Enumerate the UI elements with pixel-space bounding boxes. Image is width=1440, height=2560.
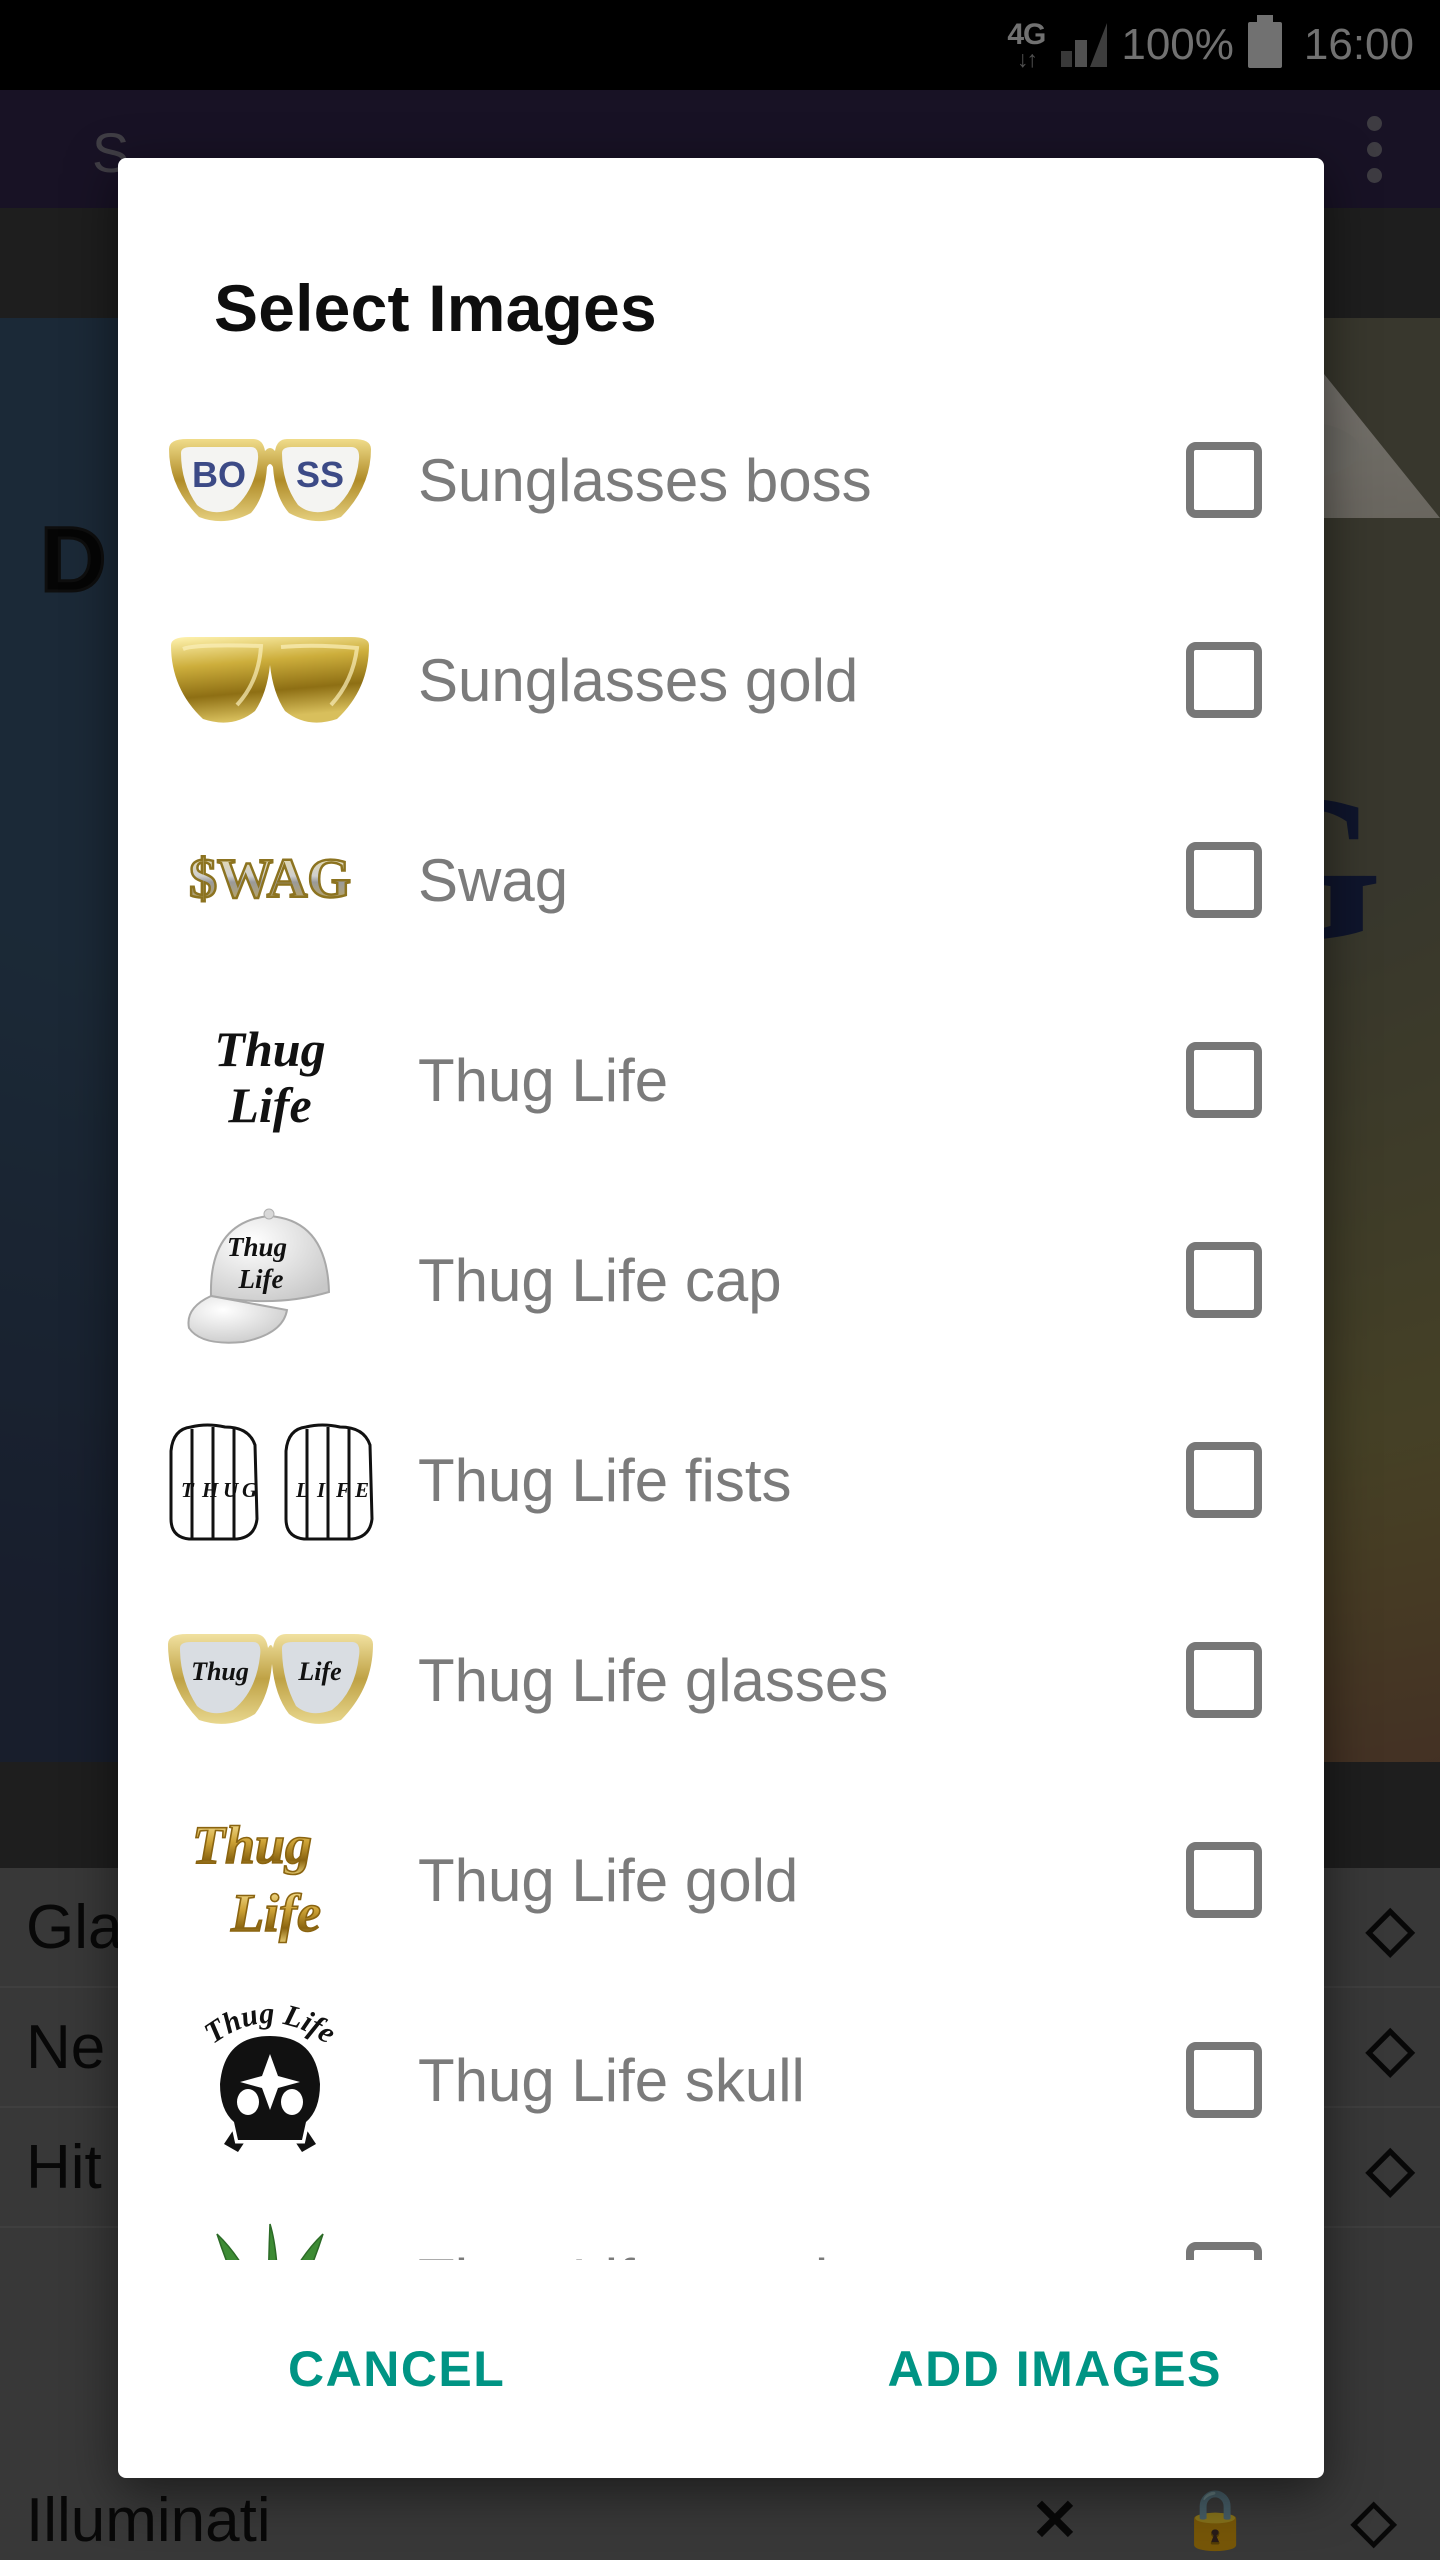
list-item-label: Thug Life skull <box>418 2046 805 2114</box>
thumb-text-boss-right: SS <box>296 454 344 495</box>
thug-life-gold-icon: Thug Life <box>150 1795 390 1965</box>
svg-text:F: F <box>335 1478 350 1502</box>
list-item-label: Thug Life glasses <box>418 1646 889 1714</box>
list-item-label: Thug Life weed <box>390 2246 1186 2261</box>
thug-life-skull-icon: Thug Life <box>150 1995 390 2165</box>
list-item[interactable]: Thug Life Thug Life gold <box>118 1780 1324 1980</box>
svg-text:Life: Life <box>297 1657 341 1686</box>
thumb-text-life: Life <box>227 1077 311 1133</box>
list-item-checkbox[interactable] <box>1186 442 1262 518</box>
list-item-checkbox[interactable] <box>1186 1042 1262 1118</box>
thug-life-fists-icon: THUG LIFE <box>150 1395 390 1565</box>
thug-life-text-icon: Thug Life <box>150 995 390 1165</box>
list-item-label: Thug Life fists <box>418 1446 792 1514</box>
list-item-checkbox[interactable] <box>1186 1242 1262 1318</box>
dialog-action-bar: CANCEL ADD IMAGES <box>118 2260 1324 2478</box>
thumb-text-boss-left: BO <box>192 454 246 495</box>
list-item[interactable]: Thug Life Thug Life glasses <box>118 1580 1324 1780</box>
list-item-checkbox[interactable] <box>1186 1442 1262 1518</box>
image-option-list[interactable]: BO SS Sunglasses boss Sunglasses gold $W… <box>118 380 1324 2260</box>
list-item-label: Thug Life <box>418 1046 669 1114</box>
list-item[interactable]: THUG LIFE Thug Life fists <box>118 1380 1324 1580</box>
list-item[interactable]: Thug Life Thug Life skull <box>118 1980 1324 2180</box>
list-item-checkbox[interactable] <box>1186 642 1262 718</box>
svg-text:Life: Life <box>230 1883 321 1943</box>
thug-life-cap-icon: Thug Life <box>150 1195 390 1365</box>
list-item-checkbox[interactable] <box>1186 842 1262 918</box>
list-item-checkbox[interactable] <box>1186 2042 1262 2118</box>
list-item[interactable]: BO SS Sunglasses boss <box>118 380 1324 580</box>
dialog-title: Select Images <box>214 271 657 345</box>
svg-text:G: G <box>242 1478 257 1502</box>
svg-text:T: T <box>181 1478 195 1502</box>
list-item[interactable]: Thug Life Thug Life cap <box>118 1180 1324 1380</box>
sunglasses-boss-icon: BO SS <box>150 395 390 565</box>
list-item-label: Sunglasses boss <box>418 446 872 514</box>
svg-text:Thug: Thug <box>227 1232 287 1262</box>
phone-screen: 4G ↓↑ 100% 16:00 S DE G Gla ◇ Ne ◇ <box>0 0 1440 2560</box>
swag-icon: $WAG <box>150 795 390 965</box>
thug-life-weed-icon: Thug Life <box>150 2195 390 2260</box>
list-item-checkbox[interactable] <box>1186 1642 1262 1718</box>
list-item[interactable]: Thug Life Thug Life <box>118 980 1324 1180</box>
thumb-text-thug: Thug <box>214 1021 325 1077</box>
svg-text:I: I <box>316 1478 326 1502</box>
thumb-text-swag: $WAG <box>189 848 351 910</box>
list-item-label: Sunglasses gold <box>418 646 859 714</box>
svg-text:H: H <box>201 1478 219 1502</box>
list-item-checkbox[interactable] <box>1186 2242 1262 2260</box>
svg-text:Thug: Thug <box>192 1815 312 1875</box>
list-item[interactable]: $WAG Swag <box>118 780 1324 980</box>
list-item[interactable]: Thug Life Thug Life weed <box>118 2180 1324 2260</box>
add-images-button[interactable]: ADD IMAGES <box>888 2340 1222 2398</box>
select-images-dialog: Select Images BO SS Sunglasses boss Sung… <box>118 158 1324 2478</box>
list-item-label: Swag <box>418 846 569 914</box>
svg-text:Life: Life <box>238 1264 284 1294</box>
list-item-label: Thug Life cap <box>418 1246 782 1314</box>
cancel-button[interactable]: CANCEL <box>288 2340 505 2398</box>
list-item[interactable]: Sunglasses gold <box>118 580 1324 780</box>
list-item-checkbox[interactable] <box>1186 1842 1262 1918</box>
svg-text:E: E <box>354 1478 369 1502</box>
thug-life-glasses-icon: Thug Life <box>150 1595 390 1765</box>
sunglasses-gold-icon <box>150 595 390 765</box>
svg-text:U: U <box>223 1478 240 1502</box>
svg-text:Thug: Thug <box>191 1657 249 1686</box>
svg-text:L: L <box>295 1478 309 1502</box>
list-item-label: Thug Life gold <box>418 1846 799 1914</box>
